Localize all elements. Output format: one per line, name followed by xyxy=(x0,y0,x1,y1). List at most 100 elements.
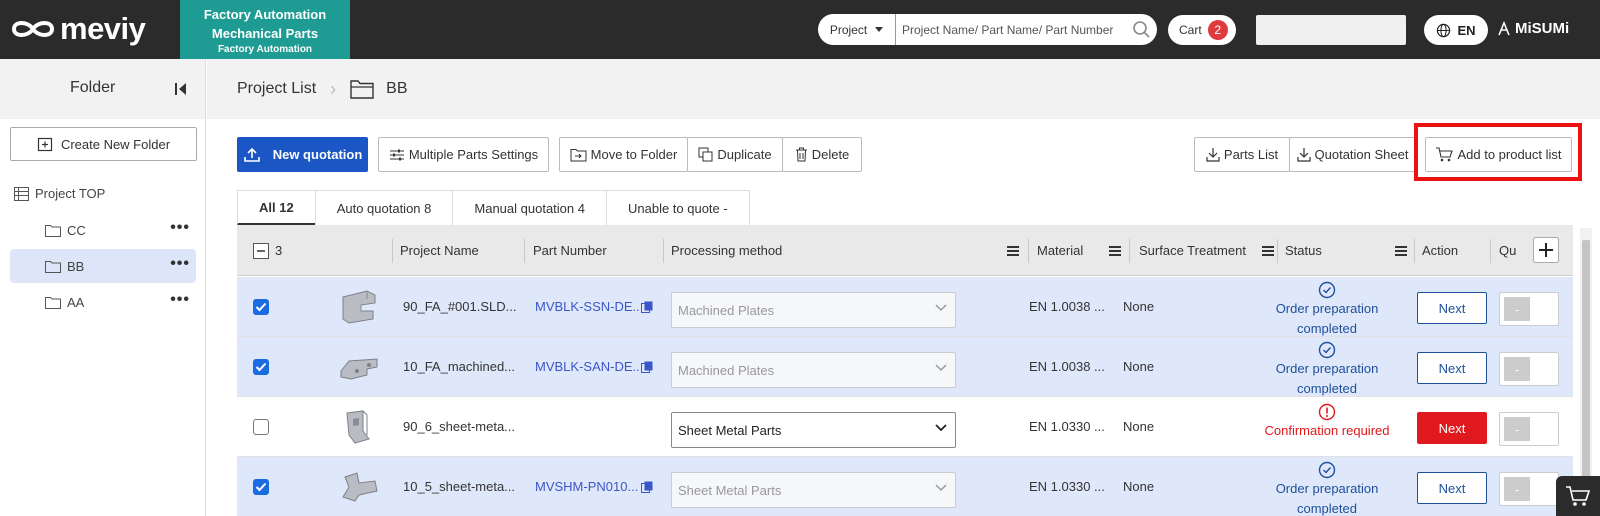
material-cell[interactable]: EN 1.0038 ... xyxy=(1029,299,1105,314)
collapse-sidebar-icon[interactable] xyxy=(174,82,188,96)
surface-treatment-cell[interactable]: None xyxy=(1123,359,1154,374)
row-checkbox[interactable] xyxy=(253,359,269,375)
quantity-stepper[interactable]: - xyxy=(1499,352,1559,386)
column-header-surface-treatment[interactable]: Surface Treatment xyxy=(1139,225,1274,276)
row-checkbox[interactable] xyxy=(253,419,269,435)
copy-icon[interactable] xyxy=(641,481,653,493)
next-button[interactable]: Next xyxy=(1417,472,1487,504)
filter-menu-icon[interactable] xyxy=(1007,245,1019,256)
create-new-folder-button[interactable]: Create New Folder xyxy=(10,127,197,161)
filter-menu-icon[interactable] xyxy=(1262,245,1274,256)
column-divider xyxy=(392,239,393,263)
part-thumbnail[interactable] xyxy=(337,409,381,445)
scrollbar-thumb[interactable] xyxy=(1582,240,1590,500)
column-divider xyxy=(1277,239,1278,263)
folder-options-icon[interactable]: ••• xyxy=(170,220,190,236)
table-row[interactable]: 10_FA_machined... MVBLK-SAN-DE... Machin… xyxy=(237,337,1573,397)
folder-item-aa[interactable]: AA ••• xyxy=(10,285,196,319)
quantity-decrement-button[interactable]: - xyxy=(1504,477,1530,501)
table-row[interactable]: 10_5_sheet-meta... MVSHM-PN010... Sheet … xyxy=(237,457,1573,516)
copy-icon[interactable] xyxy=(641,361,653,373)
search-icon[interactable] xyxy=(1127,15,1157,45)
selected-count: 3 xyxy=(275,243,283,258)
quantity-stepper[interactable]: - xyxy=(1499,292,1559,326)
folder-options-icon[interactable]: ••• xyxy=(170,256,190,272)
select-all-header[interactable]: 3 xyxy=(253,225,282,276)
material-cell[interactable]: EN 1.0330 ... xyxy=(1029,479,1105,494)
surface-treatment-cell[interactable]: None xyxy=(1123,479,1154,494)
checkmark-icon xyxy=(255,482,267,492)
column-header-status[interactable]: Status xyxy=(1285,225,1407,276)
project-name-cell[interactable]: 10_5_sheet-meta... xyxy=(403,479,515,494)
part-number-link[interactable]: MVSHM-PN010... xyxy=(535,479,638,494)
new-quotation-button[interactable]: New quotation xyxy=(237,137,368,172)
language-selector[interactable]: EN xyxy=(1424,15,1488,45)
meviy-logo-icon xyxy=(11,21,55,37)
parts-list-button[interactable]: Parts List xyxy=(1194,137,1290,172)
misumi-brand[interactable]: MiSUMi xyxy=(1497,20,1569,37)
duplicate-button[interactable]: Duplicate xyxy=(687,137,783,172)
cart-button[interactable]: Cart 2 xyxy=(1168,15,1236,45)
column-header-quantity[interactable]: Qu xyxy=(1499,225,1516,276)
folder-options-icon[interactable]: ••• xyxy=(170,292,190,308)
tab-manual-quotation[interactable]: Manual quotation 4 xyxy=(452,190,607,225)
filter-menu-icon[interactable] xyxy=(1109,245,1121,256)
table-row[interactable]: 90_6_sheet-meta... Sheet Metal Parts EN … xyxy=(237,397,1573,457)
multiple-parts-settings-label: Multiple Parts Settings xyxy=(408,147,539,162)
quantity-stepper[interactable]: - xyxy=(1499,412,1559,446)
tab-all[interactable]: All 12 xyxy=(237,190,316,226)
project-name-cell[interactable]: 90_FA_#001.SLD... xyxy=(403,299,516,314)
tab-auto-quotation[interactable]: Auto quotation 8 xyxy=(314,190,454,225)
surface-treatment-cell[interactable]: None xyxy=(1123,419,1154,434)
next-button[interactable]: Next xyxy=(1417,412,1487,444)
meviy-logo[interactable]: meviy xyxy=(10,11,146,46)
folder-sidebar: Folder Create New Folder Project TOP CC … xyxy=(0,59,206,516)
search-input[interactable]: Project Name/ Part Name/ Part Number xyxy=(896,23,1127,37)
add-column-icon[interactable] xyxy=(1533,237,1559,263)
quantity-decrement-button[interactable]: - xyxy=(1504,297,1530,321)
breadcrumb-root[interactable]: Project List xyxy=(237,80,316,98)
material-cell[interactable]: EN 1.0038 ... xyxy=(1029,359,1105,374)
delete-button[interactable]: Delete xyxy=(782,137,862,172)
column-header-material[interactable]: Material xyxy=(1037,225,1121,276)
copy-icon[interactable] xyxy=(641,301,653,313)
quantity-decrement-button[interactable]: - xyxy=(1504,357,1530,381)
part-number-link[interactable]: MVBLK-SSN-DE... xyxy=(535,299,643,314)
project-name-cell[interactable]: 90_6_sheet-meta... xyxy=(403,419,515,434)
column-header-project-name[interactable]: Project Name xyxy=(400,225,479,276)
vertical-scrollbar[interactable] xyxy=(1580,228,1592,516)
quantity-decrement-button[interactable]: - xyxy=(1504,417,1530,441)
quantity-stepper[interactable]: - xyxy=(1499,472,1559,506)
category-badge[interactable]: Factory Automation Mechanical Parts Fact… xyxy=(180,0,350,59)
processing-method-value: Sheet Metal Parts xyxy=(678,422,782,438)
row-checkbox[interactable] xyxy=(253,479,269,495)
check-circle-icon xyxy=(1318,341,1336,359)
user-account-box[interactable] xyxy=(1256,15,1406,45)
table-row[interactable]: 90_FA_#001.SLD... MVBLK-SSN-DE... Machin… xyxy=(237,277,1573,337)
column-header-processing-method[interactable]: Processing method xyxy=(671,225,1019,276)
column-header-part-number[interactable]: Part Number xyxy=(533,225,607,276)
move-to-folder-button[interactable]: Move to Folder xyxy=(559,137,688,172)
next-button[interactable]: Next xyxy=(1417,352,1487,384)
column-divider xyxy=(1129,239,1130,263)
project-top-item[interactable]: Project TOP xyxy=(14,186,105,201)
deselect-all-icon[interactable] xyxy=(253,242,269,259)
part-thumbnail[interactable] xyxy=(337,289,381,325)
filter-menu-icon[interactable] xyxy=(1395,245,1407,256)
material-cell[interactable]: EN 1.0330 ... xyxy=(1029,419,1105,434)
search-scope-select[interactable]: Project xyxy=(818,14,896,45)
multiple-parts-settings-button[interactable]: Multiple Parts Settings xyxy=(378,137,549,172)
surface-treatment-cell[interactable]: None xyxy=(1123,299,1154,314)
part-thumbnail[interactable] xyxy=(337,469,381,505)
folder-item-bb[interactable]: BB ••• xyxy=(10,249,196,283)
floating-cart-button[interactable] xyxy=(1556,476,1600,516)
folder-item-cc[interactable]: CC ••• xyxy=(10,213,196,247)
part-number-link[interactable]: MVBLK-SAN-DE... xyxy=(535,359,643,374)
next-button[interactable]: Next xyxy=(1417,292,1487,324)
tab-unable-to-quote[interactable]: Unable to quote - xyxy=(605,190,750,225)
quotation-sheet-button[interactable]: Quotation Sheet xyxy=(1289,137,1416,172)
project-name-cell[interactable]: 10_FA_machined... xyxy=(403,359,515,374)
part-thumbnail[interactable] xyxy=(337,349,381,385)
processing-method-select[interactable]: Sheet Metal Parts xyxy=(671,412,956,448)
row-checkbox[interactable] xyxy=(253,299,269,315)
